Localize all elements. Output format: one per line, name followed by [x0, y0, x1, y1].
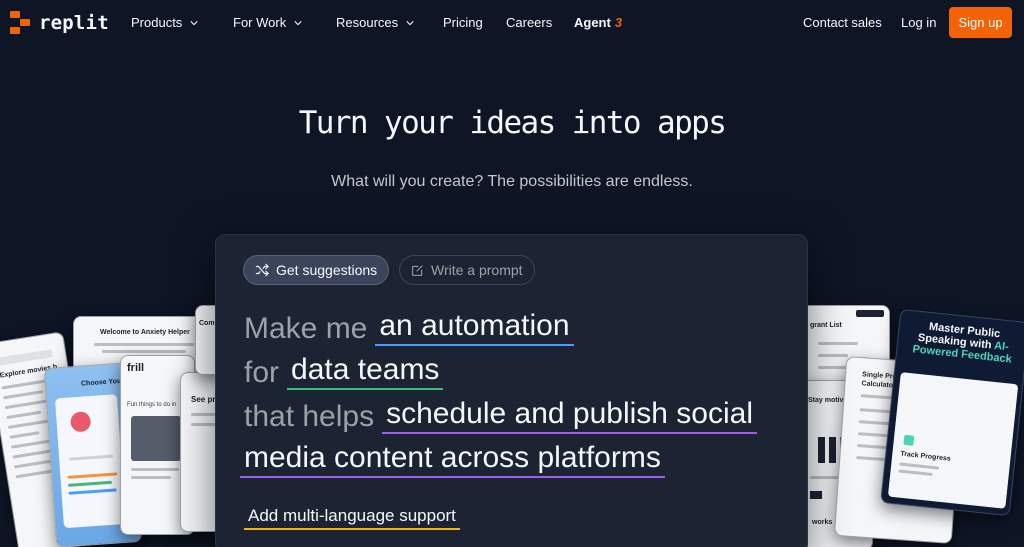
preview-card-public-speaking: Master Public Speaking with AI-Powered F…: [880, 308, 1024, 517]
tab-write-prompt[interactable]: Write a prompt: [399, 255, 535, 285]
logo-wordmark: replit: [39, 12, 109, 34]
prompt-prefix: Make me: [244, 312, 368, 345]
replit-logo-icon: [10, 11, 32, 35]
tab-get-suggestions[interactable]: Get suggestions: [243, 255, 390, 285]
nav-careers[interactable]: Careers: [506, 15, 552, 30]
nav-products[interactable]: Products: [131, 15, 198, 30]
login-label: Log in: [901, 15, 937, 30]
hero-subtitle: What will you create? The possibilities …: [331, 173, 693, 190]
contact-sales-link[interactable]: Contact sales: [803, 15, 882, 30]
card-subtitle: Track Progress: [899, 450, 952, 463]
nav-products-label: Products: [131, 15, 183, 30]
nav-resources[interactable]: Resources: [336, 15, 414, 30]
edit-icon: [412, 264, 423, 276]
prompt-line-task-cont: media content across platforms: [240, 441, 665, 478]
prompt-panel: Get suggestions Write a prompt Make me a…: [215, 234, 808, 547]
prompt-task-selector[interactable]: schedule and publish social: [382, 397, 758, 434]
hero-title: Turn your ideas into apps: [298, 105, 727, 141]
agent-version-badge: 3: [614, 15, 623, 30]
nav-agent-label: Agent: [574, 15, 611, 30]
signup-button[interactable]: Sign up: [949, 7, 1012, 38]
login-link[interactable]: Log in: [901, 15, 936, 30]
nav-careers-label: Careers: [506, 15, 553, 30]
nav-pricing-label: Pricing: [443, 15, 483, 30]
shuffle-icon: [255, 263, 269, 277]
prompt-line-who: for data teams: [244, 353, 444, 390]
prompt-line-task: that helps schedule and publish social: [244, 397, 758, 434]
nav-pricing[interactable]: Pricing: [443, 15, 483, 30]
card-line: Fun things to do in: [127, 402, 177, 408]
contact-sales-label: Contact sales: [803, 15, 882, 30]
replit-logo[interactable]: replit: [10, 11, 109, 35]
card-title: See pr: [191, 395, 216, 404]
tab-label: Write a prompt: [431, 262, 523, 278]
tab-label: Get suggestions: [276, 262, 378, 278]
prompt-prefix: for: [244, 356, 280, 389]
nav-for-work-label: For Work: [233, 15, 287, 30]
nav-agent[interactable]: Agent 3: [574, 15, 622, 30]
card-title: Welcome to Anxiety Helper: [100, 329, 190, 336]
card-title: frill: [127, 362, 145, 374]
chevron-down-icon: [294, 20, 302, 25]
top-nav: replit Products For Work Resources Prici…: [0, 0, 1024, 46]
card-title: grant List: [810, 322, 842, 329]
chevron-down-icon: [406, 20, 414, 25]
card-subtitle: works: [812, 519, 833, 526]
nav-resources-label: Resources: [336, 15, 399, 30]
chevron-down-icon: [190, 20, 198, 25]
nav-for-work[interactable]: For Work: [233, 15, 302, 30]
suggestion-add-multi-language[interactable]: Add multi-language support: [244, 506, 460, 530]
prompt-prefix: that helps: [244, 400, 375, 433]
prompt-task-selector-cont[interactable]: media content across platforms: [240, 441, 665, 478]
prompt-line-what: Make me an automation: [244, 309, 574, 346]
prompt-what-selector[interactable]: an automation: [375, 309, 574, 346]
prompt-who-selector[interactable]: data teams: [287, 353, 444, 390]
